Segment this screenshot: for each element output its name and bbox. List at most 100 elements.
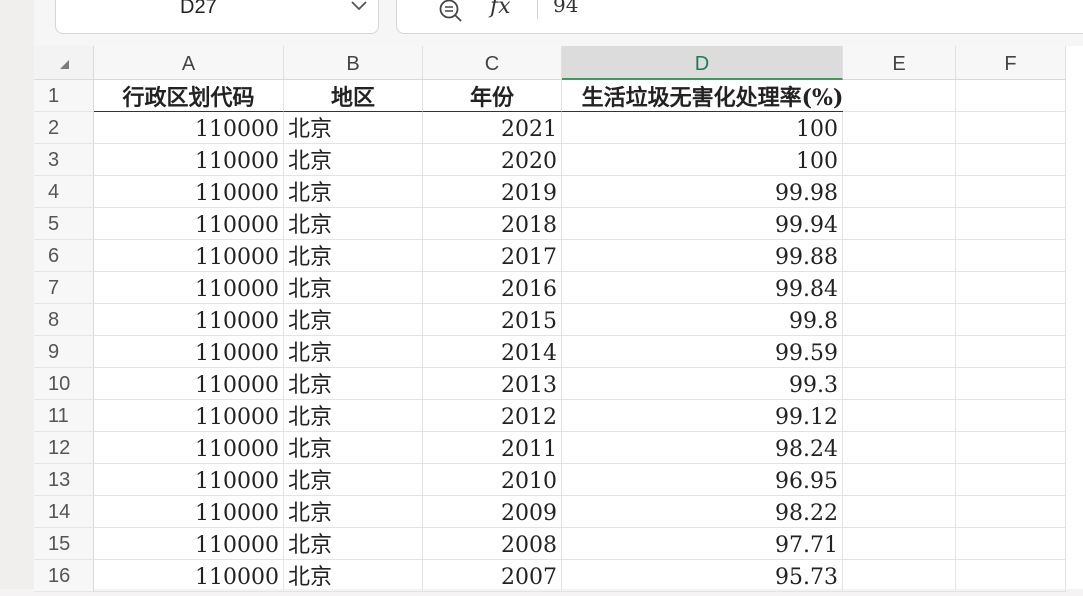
name-box[interactable]: D27: [55, 0, 379, 34]
table-cell[interactable]: 110000: [94, 240, 284, 272]
table-cell[interactable]: 北京: [284, 496, 423, 528]
header-cell[interactable]: 生活垃圾无害化处理率(%): [562, 80, 863, 112]
select-all-corner[interactable]: [34, 46, 94, 80]
empty-cell[interactable]: [956, 368, 1066, 400]
row-header[interactable]: 10: [34, 368, 94, 400]
row-header[interactable]: 4: [34, 176, 94, 208]
formula-input[interactable]: 94: [553, 0, 578, 17]
table-cell[interactable]: 2016: [423, 272, 562, 304]
row-header[interactable]: 3: [34, 144, 94, 176]
table-cell[interactable]: 北京: [284, 464, 423, 496]
table-cell[interactable]: 北京: [284, 240, 423, 272]
empty-cell[interactable]: [843, 112, 956, 144]
table-cell[interactable]: 北京: [284, 304, 423, 336]
function-icon[interactable]: fx: [490, 0, 511, 21]
table-cell[interactable]: 110000: [94, 560, 284, 592]
row-header[interactable]: 11: [34, 400, 94, 432]
table-cell[interactable]: 95.73: [562, 560, 843, 592]
table-cell[interactable]: 2017: [423, 240, 562, 272]
table-cell[interactable]: 2010: [423, 464, 562, 496]
table-cell[interactable]: 99.94: [562, 208, 843, 240]
table-cell[interactable]: 99.12: [562, 400, 843, 432]
table-cell[interactable]: 2012: [423, 400, 562, 432]
table-cell[interactable]: 110000: [94, 368, 284, 400]
table-cell[interactable]: 北京: [284, 528, 423, 560]
empty-cell[interactable]: [843, 240, 956, 272]
header-cell[interactable]: 地区: [284, 80, 423, 112]
empty-cell[interactable]: [956, 496, 1066, 528]
table-cell[interactable]: 2014: [423, 336, 562, 368]
chevron-down-icon[interactable]: [350, 0, 368, 13]
empty-cell[interactable]: [956, 336, 1066, 368]
empty-cell[interactable]: [843, 336, 956, 368]
table-cell[interactable]: 110000: [94, 496, 284, 528]
table-cell[interactable]: 110000: [94, 144, 284, 176]
table-cell[interactable]: 99.8: [562, 304, 843, 336]
table-cell[interactable]: 北京: [284, 400, 423, 432]
table-cell[interactable]: 2021: [423, 112, 562, 144]
table-cell[interactable]: 2007: [423, 560, 562, 592]
column-header-a[interactable]: A: [94, 46, 284, 80]
table-cell[interactable]: 96.95: [562, 464, 843, 496]
empty-cell[interactable]: [843, 176, 956, 208]
row-header[interactable]: 8: [34, 304, 94, 336]
column-header-e[interactable]: E: [843, 46, 956, 80]
table-cell[interactable]: 2013: [423, 368, 562, 400]
table-cell[interactable]: 北京: [284, 368, 423, 400]
table-cell[interactable]: 110000: [94, 208, 284, 240]
zoom-icon[interactable]: [437, 0, 463, 23]
empty-cell[interactable]: [843, 368, 956, 400]
table-cell[interactable]: 110000: [94, 272, 284, 304]
table-cell[interactable]: 100: [562, 144, 843, 176]
column-header-b[interactable]: B: [284, 46, 423, 80]
row-header[interactable]: 12: [34, 432, 94, 464]
table-cell[interactable]: 北京: [284, 336, 423, 368]
table-cell[interactable]: 北京: [284, 560, 423, 592]
column-header-f[interactable]: F: [956, 46, 1066, 80]
row-header[interactable]: 9: [34, 336, 94, 368]
table-cell[interactable]: 北京: [284, 272, 423, 304]
empty-cell[interactable]: [843, 272, 956, 304]
row-header[interactable]: 6: [34, 240, 94, 272]
empty-cell[interactable]: [843, 304, 956, 336]
table-cell[interactable]: 99.84: [562, 272, 843, 304]
empty-cell[interactable]: [843, 528, 956, 560]
table-cell[interactable]: 2008: [423, 528, 562, 560]
column-header-d[interactable]: D: [562, 46, 843, 80]
empty-cell[interactable]: [956, 144, 1066, 176]
table-cell[interactable]: 110000: [94, 464, 284, 496]
empty-cell[interactable]: [956, 80, 1066, 112]
formula-bar[interactable]: fx 94: [396, 0, 1083, 34]
table-cell[interactable]: 2015: [423, 304, 562, 336]
empty-cell[interactable]: [843, 496, 956, 528]
row-header[interactable]: 1: [34, 80, 94, 112]
empty-cell[interactable]: [843, 400, 956, 432]
table-cell[interactable]: 110000: [94, 112, 284, 144]
row-header[interactable]: 7: [34, 272, 94, 304]
table-cell[interactable]: 北京: [284, 432, 423, 464]
table-cell[interactable]: 110000: [94, 528, 284, 560]
empty-cell[interactable]: [956, 528, 1066, 560]
table-cell[interactable]: 北京: [284, 208, 423, 240]
column-header-c[interactable]: C: [423, 46, 562, 80]
header-cell[interactable]: 行政区划代码: [94, 80, 284, 112]
empty-cell[interactable]: [956, 400, 1066, 432]
empty-cell[interactable]: [956, 432, 1066, 464]
table-cell[interactable]: 北京: [284, 176, 423, 208]
empty-cell[interactable]: [956, 208, 1066, 240]
table-cell[interactable]: 99.98: [562, 176, 843, 208]
table-cell[interactable]: 110000: [94, 432, 284, 464]
row-header[interactable]: 15: [34, 528, 94, 560]
empty-cell[interactable]: [956, 272, 1066, 304]
empty-cell[interactable]: [843, 560, 956, 592]
table-cell[interactable]: 97.71: [562, 528, 843, 560]
empty-cell[interactable]: [956, 560, 1066, 592]
table-cell[interactable]: 110000: [94, 176, 284, 208]
row-header[interactable]: 2: [34, 112, 94, 144]
table-cell[interactable]: 北京: [284, 112, 423, 144]
empty-cell[interactable]: [843, 464, 956, 496]
empty-cell[interactable]: [956, 240, 1066, 272]
table-cell[interactable]: 100: [562, 112, 843, 144]
table-cell[interactable]: 北京: [284, 144, 423, 176]
table-cell[interactable]: 110000: [94, 304, 284, 336]
